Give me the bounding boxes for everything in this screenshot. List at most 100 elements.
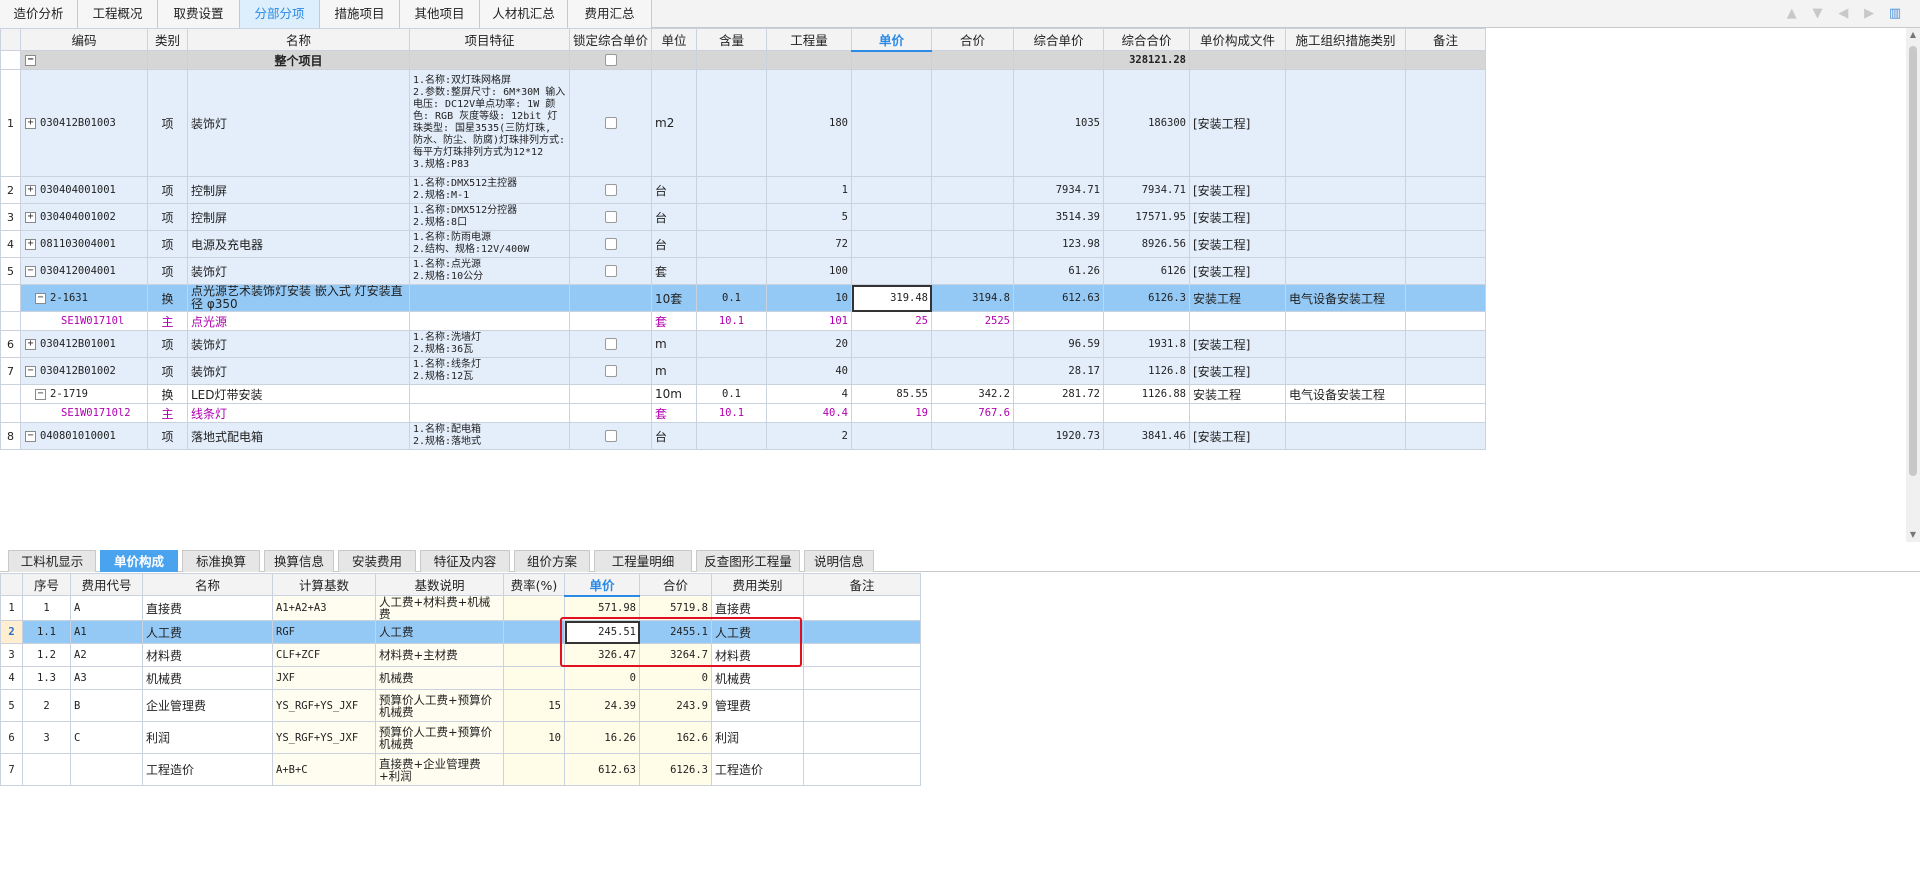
lock-price-cell[interactable]	[569, 230, 652, 258]
item-code-cell[interactable]: −030412B01002	[20, 357, 148, 385]
expand-icon[interactable]: +	[25, 211, 36, 223]
item-name[interactable]: 装饰灯	[187, 69, 410, 177]
item-price-file[interactable]: [安装工程]	[1189, 357, 1286, 385]
scroll-up-icon[interactable]: ▲	[1906, 28, 1920, 42]
item-unit-price[interactable]	[851, 330, 932, 358]
item-comp-amount[interactable]	[1103, 311, 1190, 331]
cost-note[interactable]	[803, 643, 921, 667]
item-code-cell[interactable]: +030404001001	[20, 176, 148, 204]
tab-fee-settings[interactable]: 取费设置	[158, 0, 240, 28]
item-name[interactable]: 电源及充电器	[187, 230, 410, 258]
item-price-file[interactable]: [安装工程]	[1189, 422, 1286, 450]
item-feature[interactable]: 1.名称:配电箱 2.规格:落地式	[409, 422, 570, 450]
item-unit[interactable]: 台	[651, 176, 697, 204]
item-note[interactable]	[1405, 357, 1486, 385]
item-comp-price[interactable]	[1013, 403, 1104, 423]
item-amount[interactable]	[931, 330, 1014, 358]
item-code-cell[interactable]: −	[20, 50, 148, 70]
item-amount[interactable]	[931, 257, 1014, 285]
item-note[interactable]	[1405, 311, 1486, 331]
header-quantity[interactable]: 工程量	[766, 28, 852, 51]
item-name[interactable]: 装饰灯	[187, 257, 410, 285]
lock-price-cell[interactable]	[569, 50, 652, 70]
item-unit[interactable]: m	[651, 330, 697, 358]
cost-row[interactable]: 1 1 A 直接费 A1+A2+A3 人工费+材料费+机械费 571.98 5719.8 直接费	[0, 595, 921, 621]
item-comp-price[interactable]: 1035	[1013, 69, 1104, 177]
item-comp-price[interactable]: 123.98	[1013, 230, 1104, 258]
cost-unit-price[interactable]: 612.63	[564, 753, 640, 786]
cost-rate[interactable]	[503, 753, 565, 786]
item-name[interactable]: 控制屏	[187, 203, 410, 231]
move-top-icon[interactable]: ▲	[1781, 3, 1803, 25]
item-feature[interactable]	[409, 284, 570, 312]
item-feature[interactable]: 1.名称:双灯珠网格屏 2.参数:整屏尺寸: 6M*30M 输入电压: DC12…	[409, 69, 570, 177]
cost-base-desc[interactable]: 预算价人工费+预算价机械费	[375, 689, 504, 722]
item-feature[interactable]	[409, 403, 570, 423]
item-kind[interactable]: 换	[147, 384, 188, 404]
cost-name[interactable]: 企业管理费	[142, 689, 273, 722]
cost-header-amount[interactable]: 合价	[639, 573, 712, 596]
cost-header-code[interactable]: 费用代号	[70, 573, 143, 596]
lock-price-cell[interactable]	[569, 69, 652, 177]
item-quantity[interactable]: 2	[766, 422, 852, 450]
item-content[interactable]	[696, 230, 767, 258]
item-kind[interactable]	[147, 50, 188, 70]
cost-amount[interactable]: 2455.1	[639, 620, 712, 644]
cost-unit-price[interactable]: 24.39	[564, 689, 640, 722]
cost-base-desc[interactable]: 人工费+材料费+机械费	[375, 595, 504, 621]
item-content[interactable]	[696, 176, 767, 204]
item-kind[interactable]: 项	[147, 203, 188, 231]
item-unit[interactable]: 套	[651, 257, 697, 285]
header-comp-price[interactable]: 综合单价	[1013, 28, 1104, 51]
item-name[interactable]: 控制屏	[187, 176, 410, 204]
cost-amount[interactable]: 3264.7	[639, 643, 712, 667]
item-code-cell[interactable]: −2-1631	[20, 284, 148, 312]
item-unit[interactable]	[651, 50, 697, 70]
item-content[interactable]	[696, 257, 767, 285]
cost-base[interactable]: CLF+ZCF	[272, 643, 376, 667]
item-measure-type[interactable]: 电气设备安装工程	[1285, 384, 1406, 404]
cost-unit-price[interactable]: 245.51	[564, 620, 640, 644]
item-code-cell[interactable]: −030412004001	[20, 257, 148, 285]
item-quantity[interactable]: 40.4	[766, 403, 852, 423]
cost-header-seq[interactable]: 序号	[22, 573, 71, 596]
expand-icon[interactable]: +	[25, 238, 36, 250]
cost-header-unit-price[interactable]: 单价	[564, 573, 640, 597]
tab-sub-items[interactable]: 分部分项	[240, 0, 320, 28]
lock-price-checkbox[interactable]	[604, 211, 617, 223]
item-note[interactable]	[1405, 203, 1486, 231]
item-content[interactable]: 10.1	[696, 403, 767, 423]
item-unit-price[interactable]	[851, 357, 932, 385]
cost-rate[interactable]	[503, 666, 565, 690]
item-code-cell[interactable]: SE1W01710l	[20, 311, 148, 331]
cost-name[interactable]: 人工费	[142, 620, 273, 644]
cost-unit-price[interactable]: 326.47	[564, 643, 640, 667]
table-row[interactable]: 8−040801010001 项落地式配电箱 1.名称:配电箱 2.规格:落地式台 2…	[0, 422, 1486, 450]
cost-note[interactable]	[803, 666, 921, 690]
cost-base-desc[interactable]: 材料费+主材费	[375, 643, 504, 667]
table-row[interactable]: 4 +081103004001 项电源及充电器 1.名称:防雨电源 2.结构、规格:1…	[0, 230, 1486, 258]
cost-row[interactable]: 5 2 B 企业管理费 YS_RGF+YS_JXF 预算价人工费+预算价机械费 15 24.3…	[0, 689, 921, 722]
item-unit[interactable]: 台	[651, 230, 697, 258]
cost-row[interactable]: 7 工程造价 A+B+C 直接费+企业管理费+利润 612.63 6126.3 工程造价	[0, 753, 921, 786]
cost-name[interactable]: 机械费	[142, 666, 273, 690]
item-comp-price[interactable]: 3514.39	[1013, 203, 1104, 231]
cost-code[interactable]: C	[70, 721, 143, 754]
lock-price-checkbox[interactable]	[604, 365, 617, 377]
item-measure-type[interactable]	[1285, 230, 1406, 258]
item-measure-type[interactable]: 电气设备安装工程	[1285, 284, 1406, 312]
lock-price-checkbox[interactable]	[604, 238, 617, 250]
item-comp-amount[interactable]: 17571.95	[1103, 203, 1190, 231]
btab-price-composition[interactable]: 单价构成	[100, 550, 178, 572]
item-unit[interactable]: 套	[651, 311, 697, 331]
item-unit-price[interactable]	[851, 203, 932, 231]
item-unit-price[interactable]	[851, 230, 932, 258]
cost-seq[interactable]: 2	[22, 689, 71, 722]
item-comp-amount[interactable]: 186300	[1103, 69, 1190, 177]
item-measure-type[interactable]	[1285, 422, 1406, 450]
item-code-cell[interactable]: −2-1719	[20, 384, 148, 404]
cost-seq[interactable]	[22, 753, 71, 786]
item-code-cell[interactable]: +030412B01003	[20, 69, 148, 177]
item-kind[interactable]: 项	[147, 230, 188, 258]
lock-price-checkbox[interactable]	[604, 184, 617, 196]
